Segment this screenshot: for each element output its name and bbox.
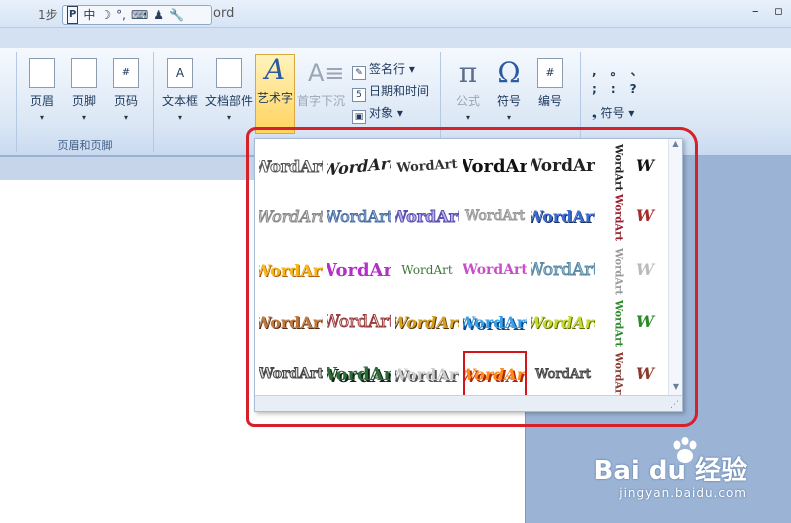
special-symbol-row-2[interactable]: ;:? [592, 82, 651, 96]
symbol-label: 符号 [496, 94, 521, 108]
page-number-button-label: 页码 [113, 94, 138, 108]
ime-moon-icon[interactable]: ☽ [100, 7, 111, 23]
quick-parts-button[interactable]: 文档部件 ▾ [204, 58, 254, 122]
pi-icon: π [458, 56, 478, 89]
object-icon: ▣ [352, 110, 366, 124]
ime-mode-chinese[interactable]: 中 [83, 7, 95, 23]
group-separator [16, 52, 17, 152]
footer-button[interactable]: 页脚 ▾ [62, 58, 106, 122]
chevron-down-icon: ▾ [506, 113, 511, 122]
watermark-url: jingyan.baidu.com [619, 486, 747, 500]
header-footer-group-label: 页眉和页脚 [57, 139, 113, 152]
symbol-button[interactable]: Ω 符号 ▾ [487, 56, 531, 123]
colon-symbol[interactable]: : [611, 82, 630, 96]
highlight-annotation [246, 127, 698, 427]
ime-user-icon[interactable]: ♟ [153, 7, 164, 23]
text-box-label: 文本框 [161, 94, 198, 108]
ime-wrench-icon[interactable]: 🔧 [169, 7, 184, 23]
watermark-brand: Bai du 经验 [593, 456, 748, 486]
chevron-down-icon: ▾ [226, 113, 231, 122]
question-symbol[interactable]: ? [630, 82, 651, 96]
chevron-down-icon: ▾ [177, 113, 182, 122]
header-icon [29, 58, 55, 88]
signature-line-label: 签名行 [369, 62, 406, 76]
footer-icon [71, 58, 97, 88]
ribbon-tab-strip [0, 28, 791, 48]
omega-icon: Ω [497, 56, 521, 89]
comma-symbol[interactable]: , [592, 64, 611, 78]
title-bar: 1步 P 中 ☽ °, ⌨ ♟ 🔧 ord – ▫ [0, 0, 791, 28]
calendar-icon: 5 [352, 88, 366, 102]
object-label: 对象 [369, 106, 394, 120]
equation-button[interactable]: π 公式 ▾ [446, 56, 490, 123]
header-button[interactable]: 页眉 ▾ [20, 58, 64, 122]
chevron-down-icon: ▾ [81, 113, 86, 122]
ime-logo-icon[interactable]: P [67, 6, 79, 24]
ime-toolbar[interactable]: P 中 ☽ °, ⌨ ♟ 🔧 [62, 5, 212, 25]
text-box-button[interactable]: A 文本框 ▾ [158, 58, 202, 122]
page-number-button[interactable]: # 页码 ▾ [104, 58, 148, 122]
quick-parts-icon [216, 58, 242, 88]
wordart-button[interactable]: A 艺术字 [255, 54, 295, 134]
drop-cap-label: 首字下沉 [296, 94, 345, 108]
period-symbol[interactable]: 。 [611, 64, 631, 78]
equation-label: 公式 [455, 94, 480, 108]
object-button[interactable]: ▣ 对象 ▾ [352, 104, 403, 124]
restore-button[interactable]: ▫ [774, 4, 783, 19]
semicolon-symbol[interactable]: ; [592, 82, 611, 96]
signature-line-button[interactable]: ✎ 签名行 ▾ [352, 60, 415, 80]
date-time-label: 日期和时间 [369, 84, 430, 98]
window-title: ord [213, 6, 235, 21]
numbering-label: 编号 [537, 94, 562, 108]
drop-cap-button[interactable]: A≡ 首字下沉 [296, 58, 346, 109]
quick-parts-label: 文档部件 [204, 94, 253, 108]
drop-cap-icon: A≡ [308, 59, 345, 87]
ime-keyboard-icon[interactable]: ⌨ [131, 7, 148, 23]
special-symbol-row-1[interactable]: ,。、 [592, 62, 657, 79]
minimize-button[interactable]: – [752, 4, 759, 19]
footer-button-label: 页脚 [71, 94, 96, 108]
signature-pen-icon: ✎ [352, 66, 366, 80]
title-step-label: 1步 [38, 8, 58, 22]
wordart-a-icon: A [264, 53, 286, 86]
header-button-label: 页眉 [29, 94, 54, 108]
group-separator [153, 52, 154, 152]
chevron-down-icon: ▾ [39, 113, 44, 122]
chevron-down-icon: ▾ [123, 113, 128, 122]
symbol-dropdown-label: 符号 [600, 106, 625, 120]
dun-symbol[interactable]: 、 [631, 64, 657, 78]
numbering-icon: # [537, 58, 563, 88]
text-box-icon: A [167, 58, 193, 88]
chevron-down-icon: ▾ [465, 113, 470, 122]
page-number-icon: # [113, 58, 139, 88]
symbol-dropdown-button[interactable]: ❟ 符号 ▾ [592, 104, 634, 121]
date-time-button[interactable]: 5 日期和时间 [352, 82, 429, 102]
numbering-button[interactable]: # 编号 [528, 58, 572, 109]
ime-punct-icon[interactable]: °, [116, 7, 126, 23]
wordart-label: 艺术字 [256, 91, 293, 105]
